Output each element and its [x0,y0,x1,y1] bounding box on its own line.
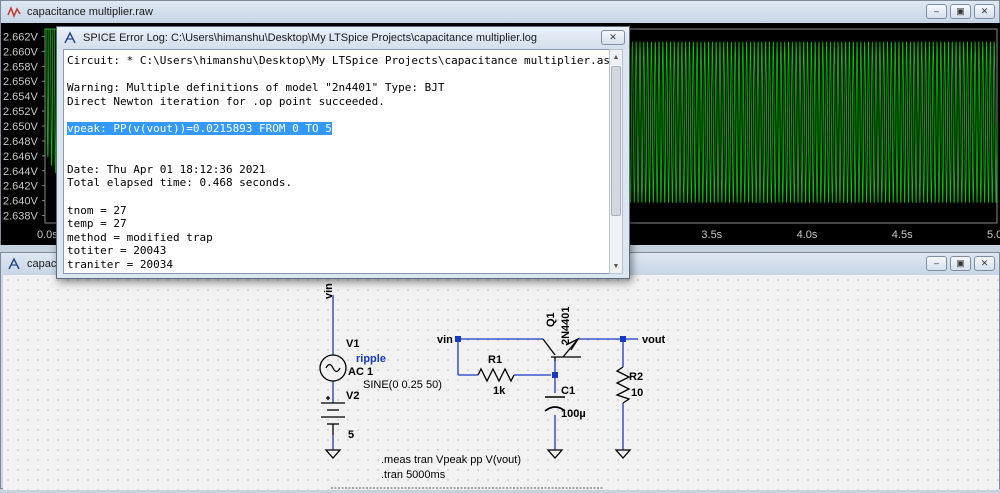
vin-net-label: vin [437,334,453,346]
log-line-text: Total elapsed time: 0.468 seconds. [67,176,293,190]
y-tick-label: 2.660V [3,46,39,58]
vout-net-label: vout [642,334,666,346]
r1-value: 1k [493,385,506,397]
q1-model: 2N4401 [560,306,572,345]
error-log-scrollbar[interactable]: ▲ ▼ [609,49,623,274]
y-tick-label: 2.642V [3,181,39,193]
log-line-text: method = modified trap [67,230,213,244]
scroll-down-icon[interactable]: ▼ [610,259,622,273]
schematic-restore-icon[interactable]: ▣ [950,256,971,271]
y-tick-label: 2.658V [3,61,39,73]
y-tick-label: 2.652V [3,106,39,118]
error-log-text[interactable]: Circuit: * C:\Users\himanshu\Desktop\My … [63,49,611,274]
v2-label: V2 [346,390,359,402]
log-line[interactable]: traniter = 20034 [66,258,610,272]
log-line-text: Direct Newton iteration for .op point su… [67,94,385,108]
v1-value: ripple [356,353,386,365]
error-log-titlebar[interactable]: SPICE Error Log: C:\Users\himanshu\Deskt… [57,27,629,49]
log-line[interactable] [66,136,610,150]
log-line[interactable]: method = modified trap [66,231,610,245]
v1-sine-label: SINE(0 0.25 50) [363,379,442,391]
log-line-text: traniter = 20034 [67,257,173,271]
log-line[interactable] [66,190,610,204]
waveform-icon [7,5,21,19]
y-tick-label: 2.638V [3,211,39,223]
junction-dots [455,336,626,378]
y-tick-label: 2.662V [3,31,39,43]
y-tick-label: 2.650V [3,121,39,133]
v1-voltage-source-symbol[interactable] [319,354,347,382]
error-log-title: SPICE Error Log: C:\Users\himanshu\Deskt… [83,32,538,44]
schematic-minimize-icon[interactable]: ‒ [926,256,947,271]
schematic-canvas[interactable]: vin V1 ripple AC 1 SINE(0 0.25 50) V2 5 [3,275,999,490]
v1-label: V1 [346,338,359,350]
log-line[interactable]: Warning: Multiple definitions of model "… [66,81,610,95]
log-line-text: totiter = 20043 [67,244,167,258]
log-line[interactable]: totiter = 20043 [66,244,610,258]
log-line-text: temp = 27 [67,217,127,231]
log-line-text: tranpoints = 10018 [67,272,186,274]
log-line-text: tnom = 27 [67,203,127,217]
scroll-up-icon[interactable]: ▲ [610,50,622,64]
waveform-titlebar[interactable]: capacitance multiplier.raw ‒ ▣ ✕ [1,1,999,23]
log-line[interactable]: Direct Newton iteration for .op point su… [66,95,610,109]
log-line-text: Warning: Multiple definitions of model "… [67,81,445,95]
log-line-text: Circuit: * C:\Users\himanshu\Desktop\My … [67,54,611,67]
error-log-close-icon[interactable]: ✕ [601,30,625,45]
r2-value: 10 [631,387,643,399]
schematic-drawing[interactable]: vin V1 ripple AC 1 SINE(0 0.25 50) V2 5 [3,275,999,490]
log-line-text: vpeak: PP(v(vout))=0.0215893 FROM 0 TO 5 [67,121,332,135]
ground-symbol-r2 [614,449,632,459]
x-tick-label: 4.0s [797,229,818,241]
restore-icon[interactable]: ▣ [950,4,971,19]
r2-label: R2 [629,371,643,383]
y-tick-label: 2.656V [3,76,39,88]
x-tick-label: 3.5s [701,229,722,241]
log-line[interactable] [66,149,610,163]
close-icon[interactable]: ✕ [974,4,995,19]
r2-resistor-symbol[interactable] [615,366,631,404]
schematic-icon [7,257,21,271]
log-line[interactable]: temp = 27 [66,217,610,231]
log-line[interactable] [66,108,610,122]
y-tick-label: 2.644V [3,166,39,178]
meas-directive[interactable]: .meas tran Vpeak pp V(vout) [381,454,521,466]
minimize-icon[interactable]: ‒ [926,4,947,19]
c1-label: C1 [561,385,575,397]
log-line[interactable]: Total elapsed time: 0.468 seconds. [66,176,610,190]
vin-top-label: vin [323,283,335,299]
q1-label: Q1 [545,312,557,327]
ground-symbol-v2 [324,449,342,459]
log-line[interactable]: vpeak: PP(v(vout))=0.0215893 FROM 0 TO 5 [66,121,610,136]
y-tick-label: 2.646V [3,151,39,163]
x-tick-label: 4.5s [892,229,913,241]
log-line[interactable]: tnom = 27 [66,204,610,218]
ground-symbol-c1 [546,449,564,459]
schematic-window: capacitance multiplier ‒ ▣ ✕ [0,252,1000,490]
error-log-dialog: SPICE Error Log: C:\Users\himanshu\Deskt… [56,26,630,279]
v1-ac-label: AC 1 [348,366,373,378]
y-tick-label: 2.648V [3,136,39,148]
y-tick-label: 2.654V [3,91,39,103]
x-tick-label: 5.0s [987,229,1000,241]
y-tick-label: 2.640V [3,196,39,208]
log-line[interactable]: Circuit: * C:\Users\himanshu\Desktop\My … [66,54,610,68]
log-line[interactable] [66,68,610,82]
ltspice-icon [63,31,77,45]
waveform-title: capacitance multiplier.raw [27,6,153,18]
schematic-close-icon[interactable]: ✕ [974,256,995,271]
c1-value: 100µ [561,408,586,420]
r1-label: R1 [488,354,502,366]
log-line[interactable]: Date: Thu Apr 01 18:12:36 2021 [66,163,610,177]
v2-value: 5 [348,429,354,441]
tran-directive[interactable]: .tran 5000ms [381,469,446,481]
wire-transistor-circuit [457,338,638,450]
log-line[interactable]: tranpoints = 10018 [66,272,610,274]
scroll-thumb[interactable] [611,66,621,216]
log-line-text: Date: Thu Apr 01 18:12:36 2021 [67,162,266,176]
r1-resistor-symbol[interactable] [477,367,515,383]
